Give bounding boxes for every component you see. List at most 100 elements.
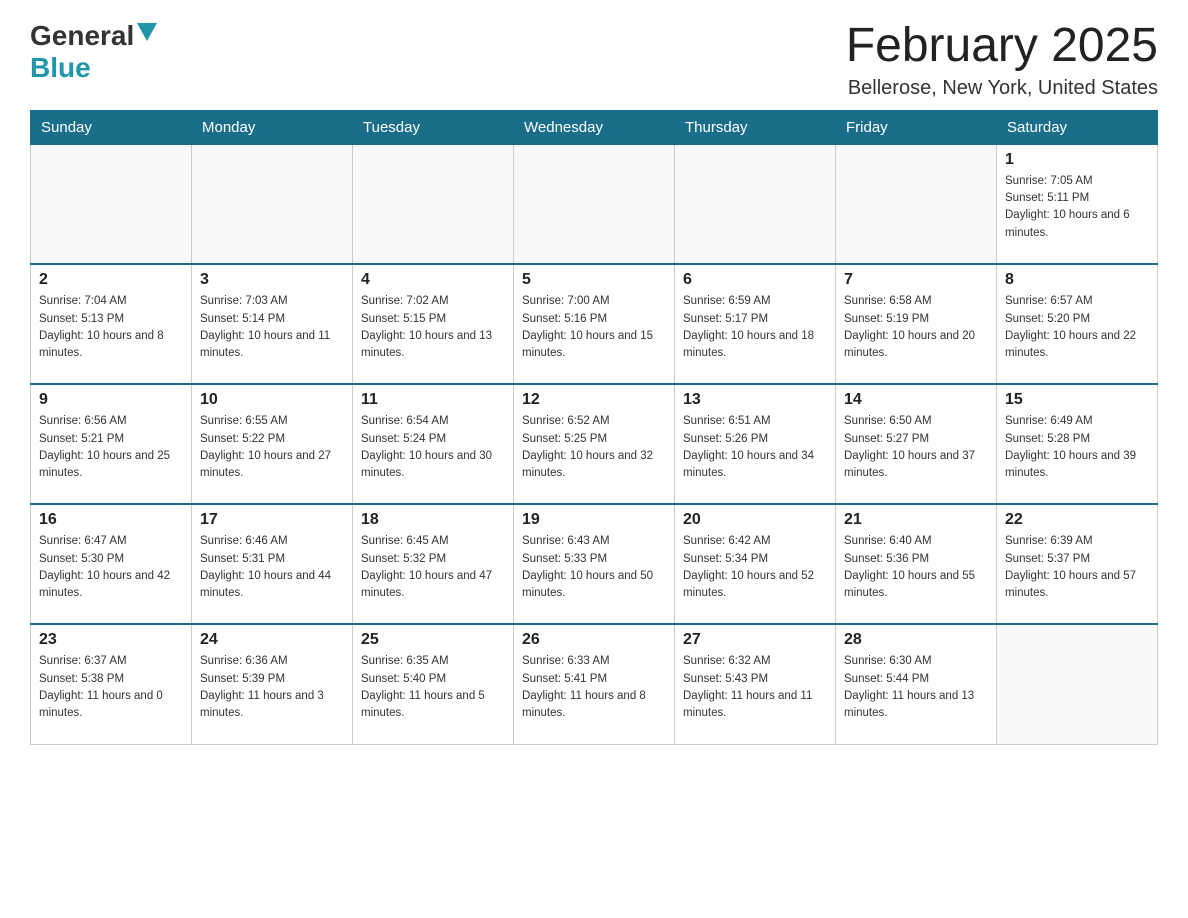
calendar-cell: 26 Sunrise: 6:33 AMSunset: 5:41 PMDayligh…	[514, 624, 675, 744]
col-monday: Monday	[192, 110, 353, 144]
calendar-cell: 7 Sunrise: 6:58 AMSunset: 5:19 PMDaylight…	[836, 264, 997, 384]
day-info: Sunrise: 6:43 AMSunset: 5:33 PMDaylight:…	[522, 533, 666, 602]
day-info: Sunrise: 6:52 AMSunset: 5:25 PMDaylight:…	[522, 413, 666, 482]
calendar-table: Sunday Monday Tuesday Wednesday Thursday…	[30, 110, 1158, 745]
calendar-cell: 25 Sunrise: 6:35 AMSunset: 5:40 PMDayligh…	[353, 624, 514, 744]
page-header: General Blue February 2025 Bellerose, Ne…	[30, 20, 1158, 100]
col-sunday: Sunday	[31, 110, 192, 144]
day-info: Sunrise: 6:51 AMSunset: 5:26 PMDaylight:…	[683, 413, 827, 482]
logo: General Blue	[30, 20, 157, 84]
col-thursday: Thursday	[675, 110, 836, 144]
day-info: Sunrise: 6:35 AMSunset: 5:40 PMDaylight:…	[361, 653, 505, 722]
calendar-header-row: Sunday Monday Tuesday Wednesday Thursday…	[31, 110, 1158, 144]
calendar-cell: 23 Sunrise: 6:37 AMSunset: 5:38 PMDayligh…	[31, 624, 192, 744]
calendar-cell	[997, 624, 1158, 744]
day-number: 25	[361, 631, 505, 649]
col-friday: Friday	[836, 110, 997, 144]
day-number: 1	[1005, 151, 1149, 169]
calendar-week-1: 1 Sunrise: 7:05 AMSunset: 5:11 PMDaylight…	[31, 144, 1158, 264]
calendar-cell: 11 Sunrise: 6:54 AMSunset: 5:24 PMDayligh…	[353, 384, 514, 504]
day-info: Sunrise: 7:02 AMSunset: 5:15 PMDaylight:…	[361, 293, 505, 362]
day-number: 7	[844, 271, 988, 289]
day-number: 10	[200, 391, 344, 409]
day-info: Sunrise: 6:55 AMSunset: 5:22 PMDaylight:…	[200, 413, 344, 482]
day-info: Sunrise: 6:42 AMSunset: 5:34 PMDaylight:…	[683, 533, 827, 602]
calendar-cell: 18 Sunrise: 6:45 AMSunset: 5:32 PMDayligh…	[353, 504, 514, 624]
calendar-cell: 13 Sunrise: 6:51 AMSunset: 5:26 PMDayligh…	[675, 384, 836, 504]
day-info: Sunrise: 6:33 AMSunset: 5:41 PMDaylight:…	[522, 653, 666, 722]
day-number: 2	[39, 271, 183, 289]
day-number: 19	[522, 511, 666, 529]
col-saturday: Saturday	[997, 110, 1158, 144]
day-info: Sunrise: 6:46 AMSunset: 5:31 PMDaylight:…	[200, 533, 344, 602]
day-number: 18	[361, 511, 505, 529]
logo-triangle-icon	[137, 23, 157, 48]
day-info: Sunrise: 6:58 AMSunset: 5:19 PMDaylight:…	[844, 293, 988, 362]
calendar-cell	[31, 144, 192, 264]
calendar-cell: 21 Sunrise: 6:40 AMSunset: 5:36 PMDayligh…	[836, 504, 997, 624]
calendar-cell: 24 Sunrise: 6:36 AMSunset: 5:39 PMDayligh…	[192, 624, 353, 744]
calendar-cell: 2 Sunrise: 7:04 AMSunset: 5:13 PMDaylight…	[31, 264, 192, 384]
calendar-cell	[192, 144, 353, 264]
calendar-cell: 20 Sunrise: 6:42 AMSunset: 5:34 PMDayligh…	[675, 504, 836, 624]
day-info: Sunrise: 6:54 AMSunset: 5:24 PMDaylight:…	[361, 413, 505, 482]
day-info: Sunrise: 6:32 AMSunset: 5:43 PMDaylight:…	[683, 653, 827, 722]
calendar-cell: 9Sunrise: 6:56 AMSunset: 5:21 PMDaylight…	[31, 384, 192, 504]
day-number: 28	[844, 631, 988, 649]
day-number: 8	[1005, 271, 1149, 289]
day-number: 17	[200, 511, 344, 529]
logo-blue-text: Blue	[30, 52, 91, 83]
calendar-cell	[836, 144, 997, 264]
day-info: Sunrise: 6:36 AMSunset: 5:39 PMDaylight:…	[200, 653, 344, 722]
day-number: 26	[522, 631, 666, 649]
calendar-week-5: 23 Sunrise: 6:37 AMSunset: 5:38 PMDayligh…	[31, 624, 1158, 744]
calendar-cell: 5 Sunrise: 7:00 AMSunset: 5:16 PMDaylight…	[514, 264, 675, 384]
day-number: 11	[361, 391, 505, 409]
calendar-cell: 8 Sunrise: 6:57 AMSunset: 5:20 PMDaylight…	[997, 264, 1158, 384]
day-number: 23	[39, 631, 183, 649]
location-title: Bellerose, New York, United States	[846, 77, 1158, 100]
day-info: Sunrise: 6:40 AMSunset: 5:36 PMDaylight:…	[844, 533, 988, 602]
calendar-week-2: 2 Sunrise: 7:04 AMSunset: 5:13 PMDaylight…	[31, 264, 1158, 384]
calendar-cell: 14 Sunrise: 6:50 AMSunset: 5:27 PMDayligh…	[836, 384, 997, 504]
title-block: February 2025 Bellerose, New York, Unite…	[846, 20, 1158, 100]
day-number: 13	[683, 391, 827, 409]
col-wednesday: Wednesday	[514, 110, 675, 144]
day-info: Sunrise: 6:30 AMSunset: 5:44 PMDaylight:…	[844, 653, 988, 722]
day-number: 21	[844, 511, 988, 529]
day-number: 20	[683, 511, 827, 529]
day-info: Sunrise: 6:50 AMSunset: 5:27 PMDaylight:…	[844, 413, 988, 482]
calendar-cell: 22Sunrise: 6:39 AMSunset: 5:37 PMDayligh…	[997, 504, 1158, 624]
calendar-cell: 17 Sunrise: 6:46 AMSunset: 5:31 PMDayligh…	[192, 504, 353, 624]
day-number: 16	[39, 511, 183, 529]
month-title: February 2025	[846, 20, 1158, 73]
day-info: Sunrise: 6:37 AMSunset: 5:38 PMDaylight:…	[39, 653, 183, 722]
day-info: Sunrise: 7:05 AMSunset: 5:11 PMDaylight:…	[1005, 173, 1149, 242]
day-number: 5	[522, 271, 666, 289]
calendar-week-3: 9Sunrise: 6:56 AMSunset: 5:21 PMDaylight…	[31, 384, 1158, 504]
day-info: Sunrise: 7:00 AMSunset: 5:16 PMDaylight:…	[522, 293, 666, 362]
day-number: 9	[39, 391, 183, 409]
calendar-cell: 12Sunrise: 6:52 AMSunset: 5:25 PMDayligh…	[514, 384, 675, 504]
day-info: Sunrise: 6:47 AMSunset: 5:30 PMDaylight:…	[39, 533, 183, 602]
day-number: 15	[1005, 391, 1149, 409]
day-info: Sunrise: 6:45 AMSunset: 5:32 PMDaylight:…	[361, 533, 505, 602]
calendar-cell	[514, 144, 675, 264]
day-info: Sunrise: 7:03 AMSunset: 5:14 PMDaylight:…	[200, 293, 344, 362]
day-number: 14	[844, 391, 988, 409]
col-tuesday: Tuesday	[353, 110, 514, 144]
day-number: 6	[683, 271, 827, 289]
day-number: 4	[361, 271, 505, 289]
day-info: Sunrise: 6:49 AMSunset: 5:28 PMDaylight:…	[1005, 413, 1149, 482]
calendar-cell: 6 Sunrise: 6:59 AMSunset: 5:17 PMDaylight…	[675, 264, 836, 384]
calendar-cell: 27 Sunrise: 6:32 AMSunset: 5:43 PMDayligh…	[675, 624, 836, 744]
calendar-cell	[675, 144, 836, 264]
day-info: Sunrise: 6:57 AMSunset: 5:20 PMDaylight:…	[1005, 293, 1149, 362]
day-info: Sunrise: 7:04 AMSunset: 5:13 PMDaylight:…	[39, 293, 183, 362]
day-number: 24	[200, 631, 344, 649]
calendar-cell: 4 Sunrise: 7:02 AMSunset: 5:15 PMDaylight…	[353, 264, 514, 384]
calendar-cell: 28 Sunrise: 6:30 AMSunset: 5:44 PMDayligh…	[836, 624, 997, 744]
calendar-cell: 19 Sunrise: 6:43 AMSunset: 5:33 PMDayligh…	[514, 504, 675, 624]
day-info: Sunrise: 6:59 AMSunset: 5:17 PMDaylight:…	[683, 293, 827, 362]
day-number: 27	[683, 631, 827, 649]
